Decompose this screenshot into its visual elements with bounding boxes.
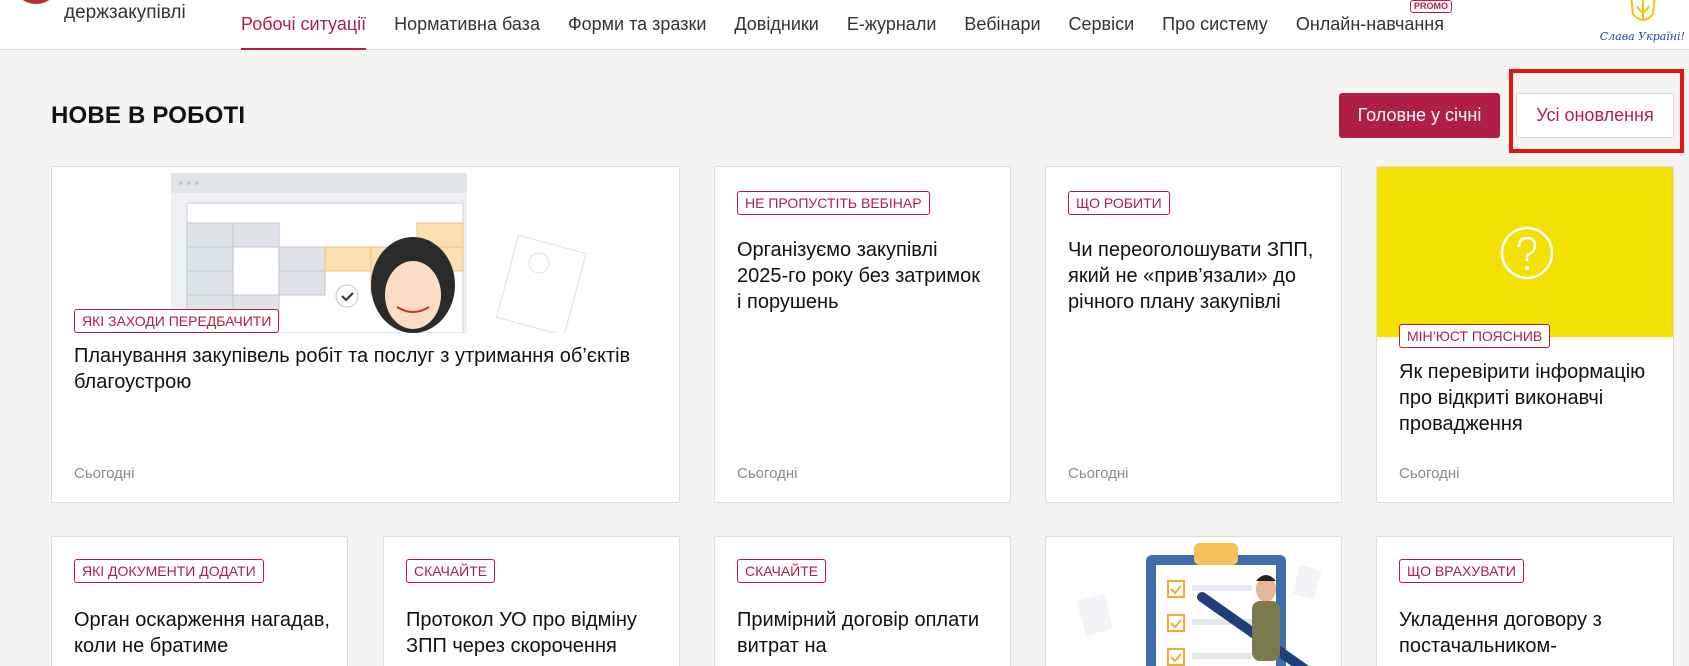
card-date: Сьогодні [737, 465, 798, 482]
slava-ukraini-logo: Слава Україні! [1595, 0, 1685, 44]
card-date: Сьогодні [1068, 465, 1129, 482]
nav-item-online-learning[interactable]: Онлайн-навчання PROMO [1282, 0, 1458, 50]
news-card[interactable] [1045, 536, 1342, 666]
card-title[interactable]: Чи переоголошувати ЗПП, який не «прив’яз… [1068, 237, 1328, 315]
card-tag: ЯКІ ЗАХОДИ ПЕРЕДБАЧИТИ [74, 309, 280, 333]
nav-label: Онлайн-навчання [1295, 14, 1444, 34]
nav-label: Довідники [734, 14, 819, 34]
nav-label: Сервіси [1068, 14, 1135, 34]
card-title[interactable]: Як перевірити інформацію про відкриті ви… [1399, 359, 1659, 437]
card-date: Сьогодні [1399, 465, 1460, 482]
nav-item-normative-base[interactable]: Нормативна база [380, 0, 554, 50]
news-card[interactable]: СКАЧАЙТЕ Примірний договір оплати витрат… [714, 536, 1011, 666]
card-tag: ЯКІ ДОКУМЕНТИ ДОДАТИ [74, 559, 264, 583]
main-in-january-button[interactable]: Головне у січні [1339, 93, 1500, 138]
nav-item-webinars[interactable]: Вебінари [950, 0, 1054, 50]
card-tag: НЕ ПРОПУСТІТЬ ВЕБІНАР [737, 191, 930, 215]
card-date: Сьогодні [74, 465, 135, 482]
card-title[interactable]: Примірний договір оплати витрат на [737, 607, 997, 659]
news-card[interactable]: МІН’ЮСТ ПОЯСНИВ Як перевірити інформацію… [1376, 166, 1674, 503]
nav-item-services[interactable]: Сервіси [1055, 0, 1149, 50]
nav-item-about[interactable]: Про систему [1148, 0, 1282, 50]
news-card[interactable]: ЯКІ ЗАХОДИ ПЕРЕДБАЧИТИ Планування закупі… [51, 166, 680, 503]
nav-label: Е-журнали [846, 14, 937, 34]
main-nav: Робочі ситуації Нормативна база Форми та… [241, 0, 1458, 50]
tryzub-icon [1630, 0, 1656, 21]
news-card[interactable]: ЩО ВРАХУВАТИ Укладення договору з постач… [1376, 536, 1674, 666]
nav-label: Робочі ситуації [241, 14, 367, 34]
nav-item-references[interactable]: Довідники [720, 0, 832, 50]
nav-label: Нормативна база [394, 14, 540, 34]
logo-text[interactable]: держзакупівлі [64, 2, 186, 24]
nav-label: Про систему [1162, 14, 1268, 34]
card-tag: ЩО ВРАХУВАТИ [1399, 559, 1524, 583]
nav-item-working-situations[interactable]: Робочі ситуації [241, 0, 380, 50]
checklist-soldier-illustration [1076, 543, 1322, 666]
card-tag: МІН’ЮСТ ПОЯСНИВ [1399, 324, 1551, 348]
nav-item-ejournals[interactable]: Е-журнали [833, 0, 951, 50]
slava-text: Слава Україні! [1599, 30, 1685, 43]
nav-label: Вебінари [964, 14, 1041, 34]
question-icon [1500, 226, 1554, 280]
all-updates-button[interactable]: Усі оновлення [1516, 93, 1674, 138]
section-title: НОВЕ В РОБОТІ [51, 102, 246, 129]
nav-label: Форми та зразки [567, 14, 707, 34]
news-card[interactable]: НЕ ПРОПУСТІТЬ ВЕБІНАР Організуємо закупі… [714, 166, 1011, 503]
card-tag: СКАЧАЙТЕ [737, 559, 827, 583]
news-card[interactable]: СКАЧАЙТЕ Протокол УО про відміну ЗПП чер… [383, 536, 680, 666]
logo-icon[interactable] [18, 0, 54, 4]
card-title[interactable]: Орган оскарження нагадав, коли не братим… [74, 607, 334, 659]
news-card[interactable]: ЯКІ ДОКУМЕНТИ ДОДАТИ Орган оскарження на… [51, 536, 348, 666]
card-title[interactable]: Планування закупівель робіт та послуг з … [74, 343, 664, 395]
card-title[interactable]: Організуємо закупівлі 2025-го року без з… [737, 237, 987, 315]
card-image-yellow [1377, 167, 1673, 337]
card-tag: ЩО РОБИТИ [1068, 191, 1170, 215]
news-card[interactable]: ЩО РОБИТИ Чи переоголошувати ЗПП, який н… [1045, 166, 1342, 503]
card-title[interactable]: Протокол УО про відміну ЗПП через скороч… [406, 607, 666, 659]
nav-item-forms[interactable]: Форми та зразки [554, 0, 720, 50]
top-header: держзакупівлі Робочі ситуації Нормативна… [0, 0, 1689, 50]
promo-badge: PROMO [1409, 0, 1452, 13]
card-title[interactable]: Укладення договору з постачальником- [1399, 607, 1659, 659]
card-tag: СКАЧАЙТЕ [406, 559, 496, 583]
